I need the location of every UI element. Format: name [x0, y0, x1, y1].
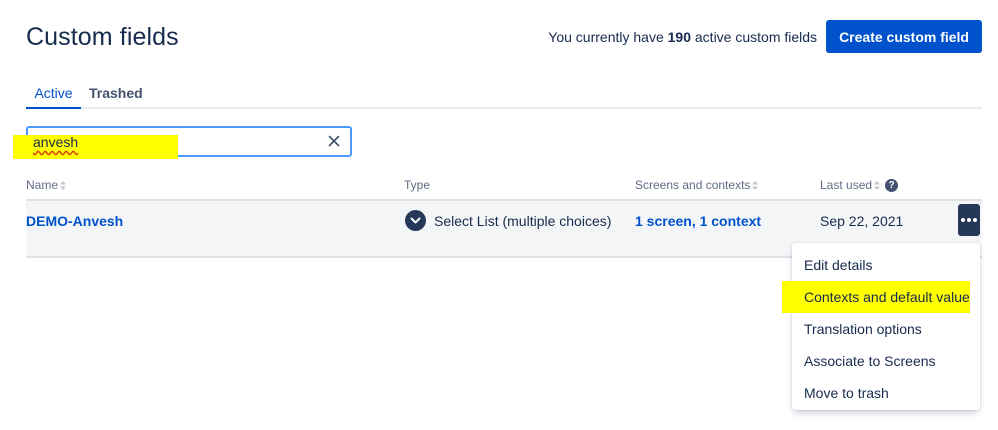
count-value: 190 [667, 28, 691, 45]
header-actions: You currently have 190 active custom fie… [548, 20, 982, 53]
menu-item-edit-details[interactable]: Edit details [792, 249, 980, 281]
last-used-date: Sep 22, 2021 [820, 213, 904, 229]
tab-active[interactable]: Active [26, 85, 81, 109]
clear-icon[interactable] [325, 132, 343, 150]
column-header-name-label: Name [26, 178, 59, 192]
column-header-type: Type [404, 178, 430, 192]
more-actions-button[interactable] [958, 204, 980, 236]
chevron-down-icon [405, 210, 426, 231]
column-header-last-used-label: Last used [820, 178, 873, 192]
field-name-link[interactable]: DEMO-Anvesh [26, 213, 123, 229]
page-title: Custom fields [26, 23, 179, 51]
count-suffix: active custom fields [694, 28, 818, 45]
help-icon[interactable]: ? [885, 178, 899, 192]
sort-icon [60, 180, 67, 190]
screens-contexts-link[interactable]: 1 screen, 1 context [635, 213, 761, 229]
actions-menu: Edit details Contexts and default value … [782, 243, 980, 410]
column-header-name[interactable]: Name [26, 178, 67, 192]
tab-trashed[interactable]: Trashed [89, 85, 143, 107]
column-header-last-used[interactable]: Last used ? [820, 178, 899, 192]
field-type: Select List (multiple choices) [434, 213, 612, 229]
custom-field-count: You currently have 190 active custom fie… [548, 29, 817, 45]
sort-icon [874, 180, 881, 190]
tab-bar: Active Trashed [26, 85, 982, 109]
column-header-screens[interactable]: Screens and contexts [635, 178, 759, 192]
column-header-screens-label: Screens and contexts [635, 178, 751, 192]
more-icon [961, 218, 965, 222]
menu-item-associate-screens[interactable]: Associate to Screens [792, 345, 980, 377]
menu-item-contexts-default-value[interactable]: Contexts and default value [782, 281, 970, 313]
count-prefix: You currently have [548, 28, 664, 45]
column-header-type-label: Type [404, 178, 431, 192]
more-icon-dot [967, 218, 971, 222]
create-custom-field-button[interactable]: Create custom field [826, 20, 982, 53]
search-input-value[interactable]: anvesh [33, 134, 78, 150]
sort-icon [752, 180, 759, 190]
menu-item-translation-options[interactable]: Translation options [792, 313, 980, 345]
menu-item-move-to-trash[interactable]: Move to trash [792, 377, 980, 409]
more-icon-dot [973, 218, 977, 222]
